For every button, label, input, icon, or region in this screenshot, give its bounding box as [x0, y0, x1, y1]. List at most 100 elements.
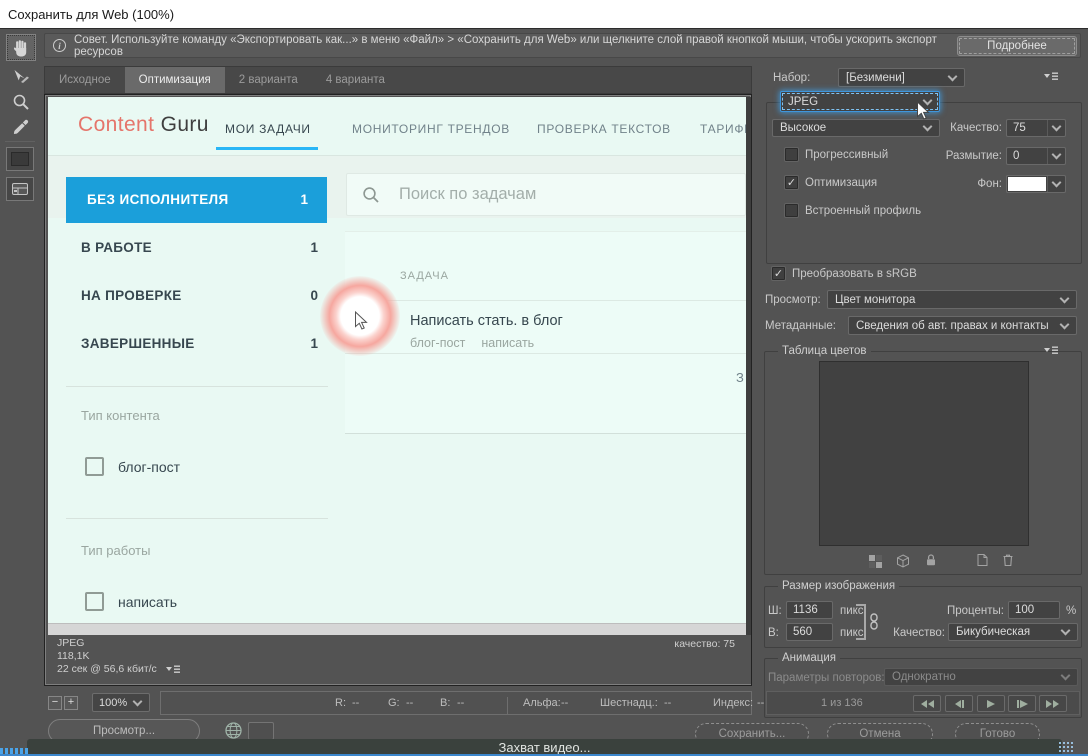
resample-select[interactable]: Бикубическая — [948, 623, 1078, 641]
b-value: -- — [457, 697, 465, 709]
tab-4up[interactable]: 4 варианта — [312, 67, 399, 93]
width-input[interactable]: 1136 — [786, 601, 833, 619]
previous-frame-button[interactable] — [945, 695, 973, 712]
matte-select[interactable] — [1006, 175, 1066, 193]
metadata-label: Метаданные: — [765, 320, 836, 332]
chevron-down-icon — [1051, 149, 1062, 160]
blur-slider-button[interactable] — [1047, 148, 1065, 164]
preset-select[interactable]: [Безимени] — [838, 68, 965, 87]
task-tag: блог-пост — [410, 336, 466, 350]
chevron-down-icon — [947, 71, 958, 81]
status-quality: качество: 75 — [674, 638, 735, 650]
height-input[interactable]: 560 — [786, 623, 833, 641]
site-search-field: Поиск по задачам — [346, 173, 746, 216]
chevron-down-icon — [1051, 177, 1062, 188]
metadata-value: Сведения об авт. правах и контакты — [856, 319, 1049, 332]
loop-options-select[interactable]: Однократно — [884, 668, 1078, 686]
embedded-profile-checkbox[interactable] — [785, 204, 798, 217]
search-placeholder: Поиск по задачам — [399, 185, 537, 203]
quality-input[interactable]: 75 — [1006, 119, 1066, 137]
preview-right-edge — [746, 97, 751, 635]
progressive-checkbox[interactable] — [785, 148, 798, 161]
browser-globe-icon[interactable] — [224, 721, 243, 740]
chevron-down-icon — [922, 121, 933, 132]
blur-value: 0 — [1013, 150, 1020, 162]
browser-select-dropdown[interactable] — [248, 722, 274, 740]
new-color-icon[interactable] — [974, 552, 990, 568]
site-checkbox-blogpost-label: блог-пост — [118, 459, 181, 475]
zoom-level-select[interactable]: 100% — [92, 693, 150, 712]
optimized-checkbox[interactable] — [785, 176, 798, 189]
panel-menu-icon[interactable] — [1043, 71, 1059, 81]
site-nav-active-underline — [216, 147, 318, 150]
quality-slider-button[interactable] — [1047, 120, 1065, 136]
preview-hscrollbar[interactable] — [48, 623, 746, 635]
r-value: -- — [352, 697, 360, 709]
b-label: B: — [440, 697, 451, 709]
tab-optimized[interactable]: Оптимизация — [124, 67, 225, 93]
preset-value: [Безимени] — [846, 71, 905, 84]
web-shift-cube-icon[interactable] — [895, 553, 911, 569]
play-button[interactable] — [977, 695, 1005, 712]
toggle-slices-visibility[interactable] — [6, 177, 34, 201]
srgb-checkbox[interactable] — [772, 267, 785, 280]
blur-label: Размытие: — [945, 150, 1002, 162]
panel-menu-icon[interactable] — [165, 664, 181, 674]
slices-icon — [12, 183, 28, 195]
tab-2up[interactable]: 2 варианта — [225, 67, 312, 93]
blur-input[interactable]: 0 — [1006, 147, 1066, 165]
color-table-area[interactable] — [819, 361, 1029, 546]
zoom-out-button[interactable]: − — [48, 696, 62, 710]
site-logo-red: Content — [78, 113, 155, 136]
percent-input[interactable]: 100 — [1008, 601, 1060, 619]
compression-select[interactable]: Высокое — [772, 119, 940, 137]
preview-mode-select[interactable]: Цвет монитора — [827, 290, 1077, 309]
eyedropper-tool[interactable] — [6, 113, 36, 140]
search-icon — [363, 187, 379, 203]
chevron-down-icon — [1059, 293, 1070, 303]
site-nav-trends: МОНИТОРИНГ ТРЕНДОВ — [352, 122, 510, 136]
g-label: G: — [388, 697, 400, 709]
quality-value: 75 — [1013, 122, 1026, 134]
percent-value: 100 — [1015, 604, 1035, 616]
site-checkbox-blogpost — [85, 457, 104, 476]
animation-transport: 1 из 136 — [766, 691, 1080, 715]
readout-divider — [507, 697, 508, 715]
last-frame-button[interactable] — [1039, 695, 1067, 712]
slice-select-tool[interactable] — [6, 63, 36, 90]
trash-icon[interactable] — [1000, 552, 1016, 568]
percent-label: Проценты: — [947, 605, 1004, 617]
status-filesize: 118,1K — [57, 650, 90, 662]
link-chain-icon[interactable] — [869, 613, 879, 630]
more-button[interactable]: Подробнее — [957, 35, 1077, 56]
color-table-group — [764, 351, 1082, 575]
hand-tool[interactable] — [6, 34, 36, 61]
tab-original[interactable]: Исходное — [45, 67, 125, 93]
matte-swatch — [1008, 177, 1046, 191]
panel-menu-icon[interactable] — [1043, 345, 1059, 355]
preview-status: JPEG 118,1K 22 сек @ 56,6 кбит/с качеств… — [47, 635, 751, 684]
zoom-in-button[interactable]: + — [64, 696, 78, 710]
alpha-value: -- — [561, 697, 569, 709]
bottom-bar: − + 100% R: -- G: -- B: -- Альфа: -- Шес… — [44, 690, 764, 716]
preview-mode-value: Цвет монитора — [835, 293, 916, 306]
metadata-select[interactable]: Сведения об авт. правах и контакты — [848, 316, 1077, 335]
optimized-preview-canvas[interactable]: Content Guru МОИ ЗАДАЧИ МОНИТОРИНГ ТРЕНД… — [48, 97, 746, 623]
color-readout-panel: R: -- G: -- B: -- Альфа: -- Шестнадц.: -… — [160, 691, 764, 715]
eyedropper-color-swatch[interactable] — [6, 147, 34, 171]
matte-dropdown-button[interactable] — [1047, 176, 1065, 192]
zoom-tool[interactable] — [6, 88, 36, 115]
view-tabs: Исходное Оптимизация 2 варианта 4 вариан… — [44, 66, 752, 94]
site-checkbox-write — [85, 592, 104, 611]
dither-icon[interactable] — [867, 553, 883, 569]
site-content-type-title: Тип контента — [81, 408, 160, 423]
lock-color-icon[interactable] — [923, 552, 939, 568]
next-frame-button[interactable] — [1008, 695, 1036, 712]
resize-grip[interactable] — [1058, 741, 1074, 754]
cursor-arrow-main — [917, 101, 930, 120]
loop-options-value: Однократно — [892, 671, 956, 683]
task-tags: блог-пост написать — [410, 336, 534, 350]
first-frame-button[interactable] — [913, 695, 941, 712]
current-color — [11, 152, 29, 166]
progressive-label: Прогрессивный — [805, 149, 889, 161]
